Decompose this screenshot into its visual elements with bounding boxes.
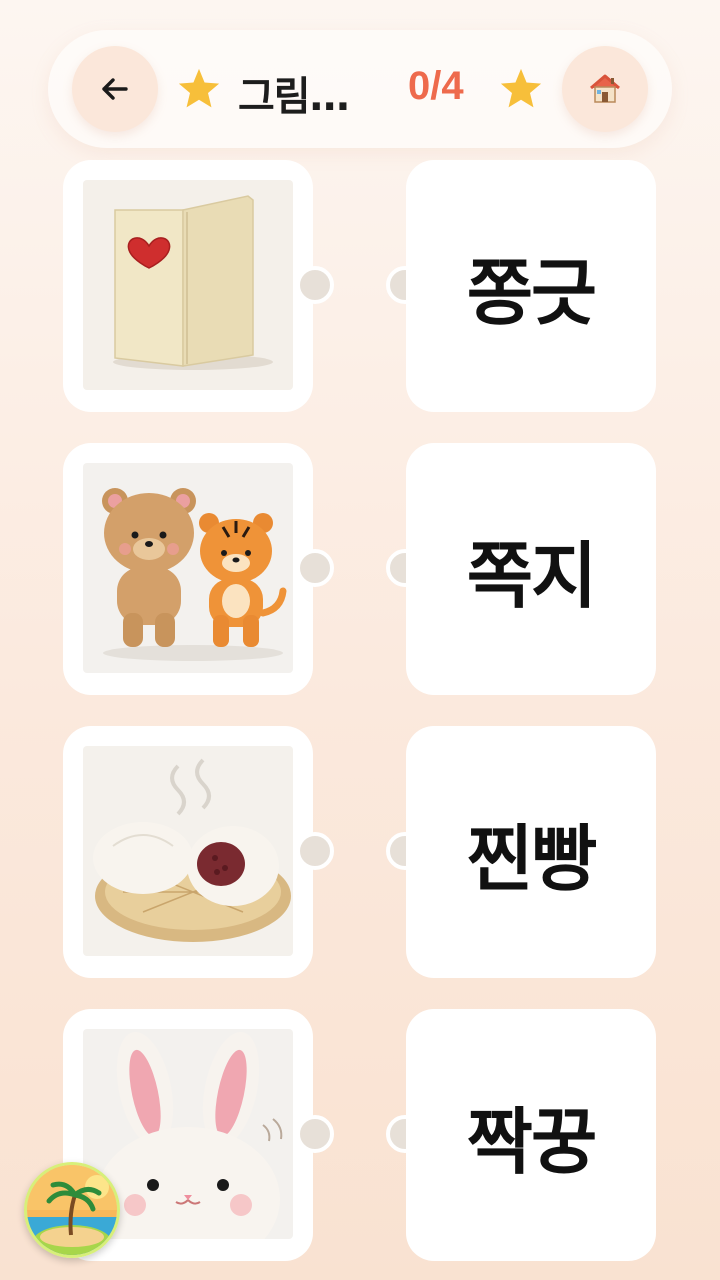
picture-card-3[interactable] <box>63 726 313 978</box>
word-label: 쪽지 <box>466 533 597 618</box>
word-card-4[interactable]: 짝꿍 <box>406 1009 656 1261</box>
picture-card-1[interactable] <box>63 160 313 412</box>
felt-wallet-image <box>83 180 293 390</box>
house-icon <box>590 74 620 103</box>
word-card-3[interactable]: 찐빵 <box>406 726 656 978</box>
star-icon <box>178 68 220 108</box>
word-label: 찐빵 <box>466 816 597 901</box>
connector-dot-left[interactable] <box>296 549 334 587</box>
word-label: 짝꿍 <box>466 1099 597 1184</box>
beach-island-icon[interactable] <box>24 1162 120 1258</box>
connector-dot-left[interactable] <box>296 832 334 870</box>
picture-card-2[interactable] <box>63 443 313 695</box>
felt-bear-tiger-image <box>83 463 293 673</box>
word-card-1[interactable]: 쫑긋 <box>406 160 656 412</box>
word-label: 쫑긋 <box>466 250 597 335</box>
home-button[interactable] <box>562 46 648 132</box>
progress-counter: 0/4 <box>408 64 464 108</box>
word-card-2[interactable]: 쪽지 <box>406 443 656 695</box>
arrow-left-icon <box>102 78 128 100</box>
page-title: 그림… <box>238 74 350 120</box>
felt-steamed-buns-image <box>83 746 293 956</box>
connector-dot-left[interactable] <box>296 266 334 304</box>
connector-dot-left[interactable] <box>296 1115 334 1153</box>
back-button[interactable] <box>72 46 158 132</box>
top-bar: 그림… 0/4 <box>48 30 672 148</box>
star-icon <box>500 68 542 108</box>
